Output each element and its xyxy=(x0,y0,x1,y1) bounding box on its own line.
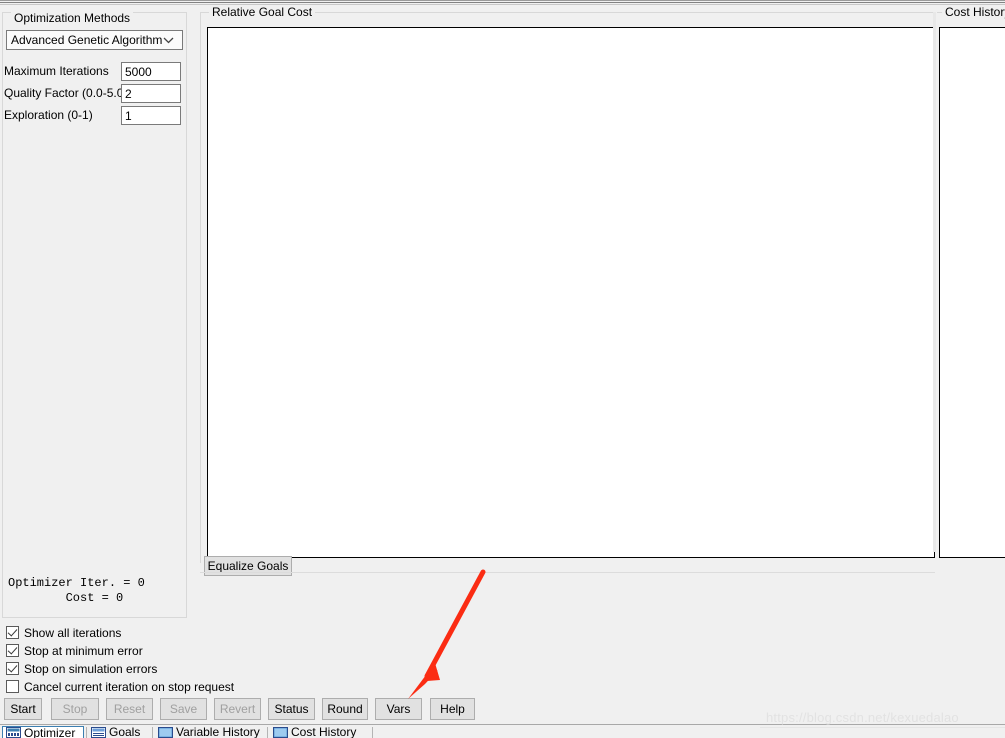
optimization-method-value: Advanced Genetic Algorithm xyxy=(11,33,163,47)
checkbox-show-all-iterations[interactable]: Show all iterations xyxy=(6,624,121,641)
relative-goal-cost-panel: Relative Goal Cost Equalize Goals xyxy=(196,6,936,618)
checkbox-icon[interactable] xyxy=(6,662,19,675)
checkbox-icon[interactable] xyxy=(6,626,19,639)
application-window: Optimization Methods Advanced Genetic Al… xyxy=(0,0,1005,738)
tab-label: Cost History xyxy=(291,726,357,738)
window-top-border-1 xyxy=(0,0,1005,1)
optimization-method-dropdown[interactable]: Advanced Genetic Algorithm xyxy=(6,30,183,50)
start-button[interactable]: Start xyxy=(4,698,42,720)
checkbox-label: Stop on simulation errors xyxy=(24,661,158,676)
checkbox-label: Cancel current iteration on stop request xyxy=(24,679,235,694)
round-button[interactable]: Round xyxy=(322,698,368,720)
goals-icon xyxy=(91,726,106,738)
quality-factor-input[interactable] xyxy=(121,84,181,103)
tab-separator xyxy=(152,727,153,738)
maximum-iterations-row: Maximum Iterations xyxy=(4,62,186,82)
tab-label: Goals xyxy=(109,726,141,738)
cost-history-plot[interactable] xyxy=(939,27,1005,558)
chevron-down-icon xyxy=(162,32,174,49)
checkbox-icon[interactable] xyxy=(6,680,19,693)
tab-label: Optimizer xyxy=(24,726,76,738)
stop-button[interactable]: Stop xyxy=(51,698,99,720)
revert-button[interactable]: Revert xyxy=(214,698,261,720)
checkbox-cancel-current-iteration[interactable]: Cancel current iteration on stop request xyxy=(6,678,234,695)
tab-optimizer[interactable]: Optimizer xyxy=(2,726,84,738)
variable-history-icon xyxy=(158,726,173,738)
tab-separator xyxy=(372,727,373,738)
checkbox-label: Stop at minimum error xyxy=(24,643,143,658)
status-button[interactable]: Status xyxy=(268,698,315,720)
optimizer-status-text: Optimizer Iter. = 0 Cost = 0 xyxy=(8,576,145,606)
cost-history-title: Cost History xyxy=(942,6,1005,18)
window-top-border-3 xyxy=(0,4,1005,5)
reset-button[interactable]: Reset xyxy=(106,698,153,720)
checkbox-stop-at-minimum-error[interactable]: Stop at minimum error xyxy=(6,642,143,659)
vars-button[interactable]: Vars xyxy=(375,698,422,720)
tab-variable-history[interactable]: Variable History xyxy=(155,726,265,738)
quality-factor-row: Quality Factor (0.0-5.0) xyxy=(4,84,186,104)
optimizer-cost-line: Cost = 0 xyxy=(8,591,124,605)
maximum-iterations-label: Maximum Iterations xyxy=(4,64,109,78)
save-button[interactable]: Save xyxy=(160,698,207,720)
status-separator xyxy=(200,572,935,573)
tab-separator xyxy=(86,727,87,738)
tab-goals[interactable]: Goals xyxy=(88,726,150,738)
relative-goal-cost-groupbox: Relative Goal Cost xyxy=(200,6,936,563)
optimization-methods-title: Optimization Methods xyxy=(11,12,134,24)
cost-history-icon xyxy=(273,726,288,738)
cost-history-groupbox: Cost History xyxy=(937,6,1005,558)
relative-goal-cost-title: Relative Goal Cost xyxy=(209,6,316,18)
window-top-border-2 xyxy=(0,2,1005,3)
optimizer-icon xyxy=(6,727,21,738)
exploration-label: Exploration (0-1) xyxy=(4,108,93,122)
relative-goal-cost-plot[interactable] xyxy=(207,27,935,558)
quality-factor-label: Quality Factor (0.0-5.0) xyxy=(4,86,128,100)
exploration-input[interactable] xyxy=(121,106,181,125)
optimization-methods-panel: Optimization Methods Advanced Genetic Al… xyxy=(0,6,190,618)
tab-label: Variable History xyxy=(176,726,260,738)
tab-separator xyxy=(267,727,268,738)
cost-history-panel: Cost History xyxy=(936,6,1005,618)
watermark-text: https://blog.csdn.net/kexuedalao xyxy=(766,710,959,725)
exploration-row: Exploration (0-1) xyxy=(4,106,186,126)
tab-cost-history[interactable]: Cost History xyxy=(270,726,370,738)
watermark-rule xyxy=(760,727,1005,728)
equalize-goals-button[interactable]: Equalize Goals xyxy=(204,556,292,576)
checkbox-stop-on-simulation-errors[interactable]: Stop on simulation errors xyxy=(6,660,157,677)
optimizer-iteration-line: Optimizer Iter. = 0 xyxy=(8,576,145,590)
help-button[interactable]: Help xyxy=(430,698,475,720)
checkbox-label: Show all iterations xyxy=(24,625,122,640)
maximum-iterations-input[interactable] xyxy=(121,62,181,81)
checkbox-icon[interactable] xyxy=(6,644,19,657)
